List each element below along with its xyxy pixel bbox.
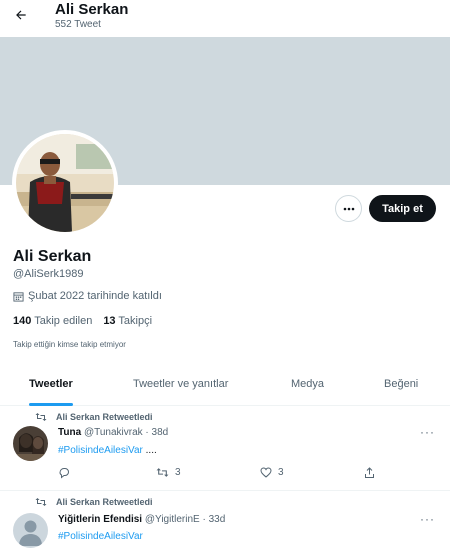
avatar-photo xyxy=(13,426,48,461)
share-button[interactable] xyxy=(364,467,375,479)
tweet-time[interactable]: · 33d xyxy=(202,514,225,525)
share-icon xyxy=(365,467,374,478)
following-count: 140 xyxy=(13,315,32,327)
tweet-author-handle[interactable]: @Tunakivrak xyxy=(84,427,143,438)
tweet-author-avatar[interactable] xyxy=(13,513,48,548)
retweet-text: Ali Serkan Retweetledi xyxy=(56,497,153,507)
retweet-count: 3 xyxy=(175,467,181,478)
profile-tabs: Tweetler Tweetler ve yanıtlar Medya Beğe… xyxy=(0,362,450,406)
follow-stats: 140 Takip edilen 13 Takipçi xyxy=(13,315,152,327)
tweet-item[interactable]: Ali Serkan Retweetledi Yiğitlerin Efendi… xyxy=(0,492,450,554)
default-avatar-icon xyxy=(13,513,48,548)
retweet-button[interactable]: 3 xyxy=(156,467,181,478)
followers-count: 13 xyxy=(103,315,116,327)
follow-button[interactable]: Takip et xyxy=(369,195,436,222)
tweet-hashtag[interactable]: #PolisindeAilesiVar xyxy=(58,531,143,542)
tweet-author-name[interactable]: Yiğitlerin Efendisi xyxy=(58,514,142,525)
tab-media[interactable]: Medya xyxy=(291,362,324,406)
followers-link[interactable]: 13 Takipçi xyxy=(103,315,152,327)
tab-likes[interactable]: Beğeni xyxy=(384,362,418,406)
join-date: Şubat 2022 tarihinde katıldı xyxy=(13,290,162,302)
tweet-count: 552 Tweet xyxy=(55,19,101,30)
avatar-photo xyxy=(16,134,114,232)
arrow-left-icon xyxy=(16,10,26,20)
like-button[interactable]: 3 xyxy=(260,467,284,478)
tweet-author-name[interactable]: Tuna xyxy=(58,427,81,438)
more-options-button[interactable] xyxy=(335,195,362,222)
back-button[interactable] xyxy=(10,4,32,26)
tweet-hashtag[interactable]: #PolisindeAilesiVar xyxy=(58,445,143,456)
page-title: Ali Serkan xyxy=(55,1,129,18)
calendar-icon xyxy=(13,291,24,302)
tweet-actions: 3 3 xyxy=(58,467,378,483)
profile-avatar[interactable] xyxy=(12,130,118,236)
tweet-item[interactable]: Ali Serkan Retweetledi Tuna @Tunakivrak … xyxy=(0,407,450,491)
tweet-header: Yiğitlerin Efendisi @YigitlerinE · 33d xyxy=(58,514,225,525)
reply-icon xyxy=(59,468,70,479)
active-tab-indicator xyxy=(29,403,73,406)
tweet-time[interactable]: · 38d xyxy=(145,427,168,438)
profile-handle: @AliSerk1989 xyxy=(13,268,84,280)
top-bar: Ali Serkan 552 Tweet xyxy=(0,0,462,36)
tweet-text: #PolisindeAilesiVar .... xyxy=(58,445,157,456)
tab-tweets[interactable]: Tweetler xyxy=(29,362,73,406)
tweet-author-avatar[interactable] xyxy=(13,426,48,461)
retweet-indicator: Ali Serkan Retweetledi xyxy=(35,497,153,507)
tweet-author-handle[interactable]: @YigitlerinE xyxy=(145,514,200,525)
following-link[interactable]: 140 Takip edilen xyxy=(13,315,92,327)
tweet-header: Tuna @Tunakivrak · 38d xyxy=(58,427,168,438)
tweet-text: #PolisindeAilesiVar xyxy=(58,531,143,542)
retweet-indicator: Ali Serkan Retweetledi xyxy=(35,412,153,422)
retweet-icon xyxy=(35,498,47,506)
like-count: 3 xyxy=(278,467,284,478)
tweet-more-button[interactable]: ··· xyxy=(420,425,435,439)
mutual-follow-note: Takip ettiğin kimse takip etmiyor xyxy=(13,340,126,349)
retweet-icon xyxy=(156,468,169,477)
retweet-icon xyxy=(35,413,47,421)
following-label: Takip edilen xyxy=(34,315,93,327)
reply-button[interactable] xyxy=(58,467,70,479)
tab-tweets-replies[interactable]: Tweetler ve yanıtlar xyxy=(133,362,228,406)
tweet-more-button[interactable]: ··· xyxy=(420,512,435,526)
retweet-text: Ali Serkan Retweetledi xyxy=(56,412,153,422)
tweet-trailing-text: .... xyxy=(142,445,157,456)
join-date-text: Şubat 2022 tarihinde katıldı xyxy=(28,290,162,302)
more-horizontal-icon xyxy=(343,207,354,210)
followers-label: Takipçi xyxy=(118,315,153,327)
profile-name: Ali Serkan xyxy=(13,248,92,265)
heart-icon xyxy=(260,467,272,478)
